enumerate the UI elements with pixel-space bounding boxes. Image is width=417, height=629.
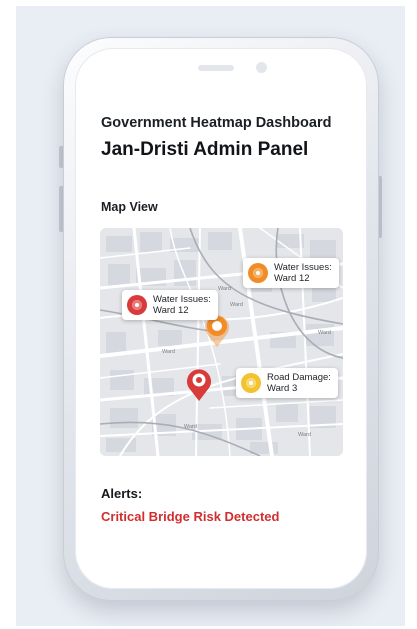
street-label: Ward <box>318 330 331 336</box>
map-view-heading: Map View <box>101 200 158 214</box>
red-map-pin-icon[interactable] <box>186 368 212 402</box>
callout-line: Ward 12 <box>153 305 189 316</box>
callout-road-damage[interactable]: Road Damage: Ward 3 <box>236 368 338 398</box>
street-label: Ward <box>162 349 175 355</box>
heatmap-map[interactable]: Ward Ward Ward Ward Ward Ward Water Issu… <box>100 228 343 456</box>
callout-line: Water Issues: <box>274 262 332 273</box>
phone-camera <box>256 62 267 73</box>
callout-line: Road Damage: <box>267 372 331 383</box>
alert-item-critical[interactable]: Critical Bridge Risk Detected <box>101 509 279 524</box>
street-label: Ward <box>218 286 231 292</box>
street-label: Ward <box>298 432 311 438</box>
street-label: Ward <box>230 302 243 308</box>
orange-pin-icon <box>248 263 268 283</box>
dashboard-subtitle: Government Heatmap Dashboard <box>101 115 332 131</box>
callout-line: Ward 3 <box>267 383 298 394</box>
red-pin-icon <box>127 295 147 315</box>
phone-screen: Government Heatmap Dashboard Jan-Dristi … <box>75 48 367 589</box>
callout-water-issues-orange[interactable]: Water Issues: Ward 12 <box>243 258 339 288</box>
yellow-pin-icon <box>241 373 261 393</box>
page-title: Jan-Dristi Admin Panel <box>101 139 309 160</box>
callout-line: Water Issues: <box>153 294 211 305</box>
callout-water-issues-red[interactable]: Water Issues: Ward 12 <box>122 290 218 320</box>
phone-speaker <box>198 65 234 71</box>
street-label: Ward <box>184 424 197 430</box>
callout-line: Ward 12 <box>274 273 310 284</box>
alerts-heading: Alerts: <box>101 486 143 501</box>
